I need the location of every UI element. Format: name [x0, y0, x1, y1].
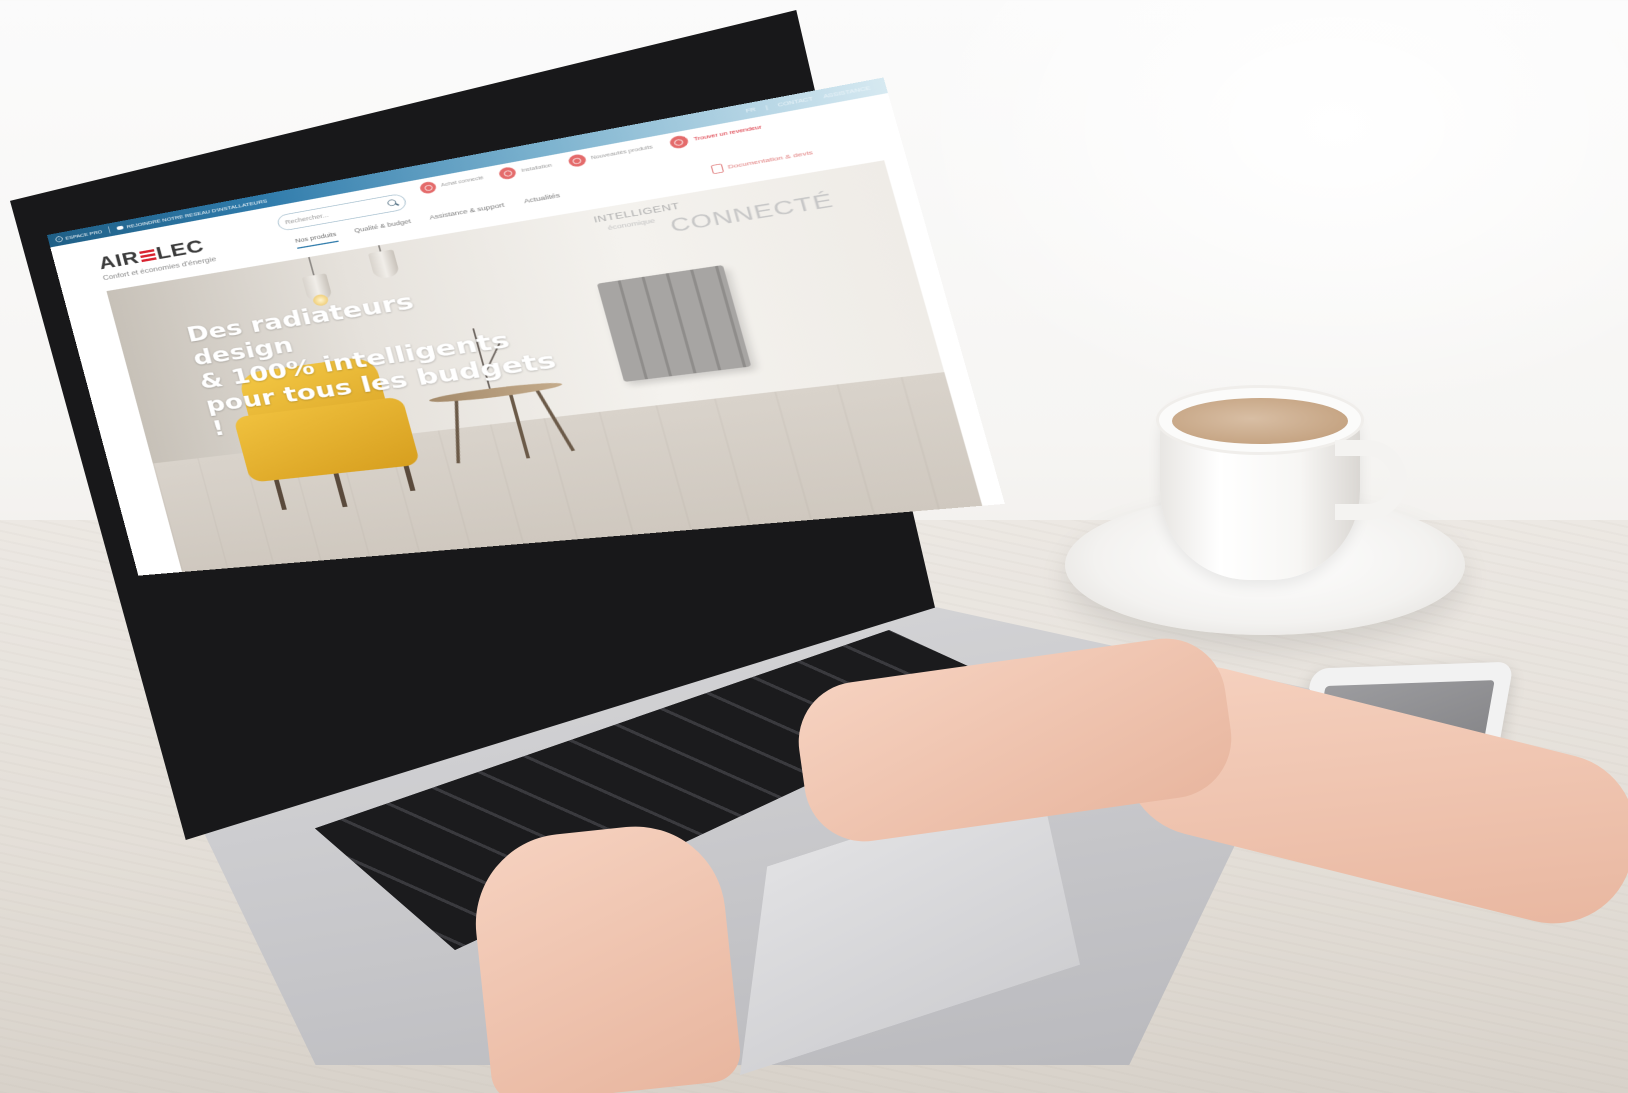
language-link[interactable]: FR	[745, 107, 756, 114]
coffee	[1172, 398, 1348, 444]
search-input[interactable]: Rechercher...	[284, 201, 388, 226]
feature-label: Achat connecté	[440, 175, 485, 188]
nav-item-news[interactable]: Actualités	[523, 192, 562, 210]
feature-label: Nouveautés produits	[590, 144, 654, 161]
logo-e-mark	[138, 249, 157, 263]
left-hand	[466, 817, 744, 1093]
assistance-link[interactable]: ASSISTANCE	[823, 86, 871, 100]
espace-pro-label: ESPACE PRO	[64, 228, 103, 241]
star-icon	[498, 165, 518, 181]
chevron-left-icon: ‹	[54, 235, 64, 243]
wall-light	[900, 0, 1628, 420]
feature-label: Installation	[520, 162, 553, 173]
cloud-icon	[116, 225, 125, 231]
contact-link[interactable]: CONTACT	[777, 96, 813, 107]
nav-item-products[interactable]: Nos produits	[294, 230, 339, 249]
search-icon[interactable]	[387, 199, 399, 208]
topbar-separator: |	[765, 104, 769, 110]
documentation-link[interactable]: Documentation & devis	[710, 148, 814, 175]
feature-label: Trouver un revendeur	[693, 124, 763, 142]
location-icon	[668, 134, 690, 150]
hero-banner[interactable]: Des radiateurs design & 100% intelligent…	[106, 160, 983, 573]
nav-item-assistance[interactable]: Assistance & support	[429, 202, 507, 226]
pin-icon	[418, 180, 438, 195]
laptop-screen: ‹ ESPACE PRO REJOINDRE NOTRE RESEAU D'IN…	[47, 77, 1005, 576]
documentation-label: Documentation & devis	[727, 149, 814, 171]
cup-handle	[1335, 440, 1407, 520]
nav-item-quality[interactable]: Qualité & budget	[353, 218, 412, 239]
document-icon	[710, 163, 725, 175]
gear-icon	[566, 153, 588, 169]
